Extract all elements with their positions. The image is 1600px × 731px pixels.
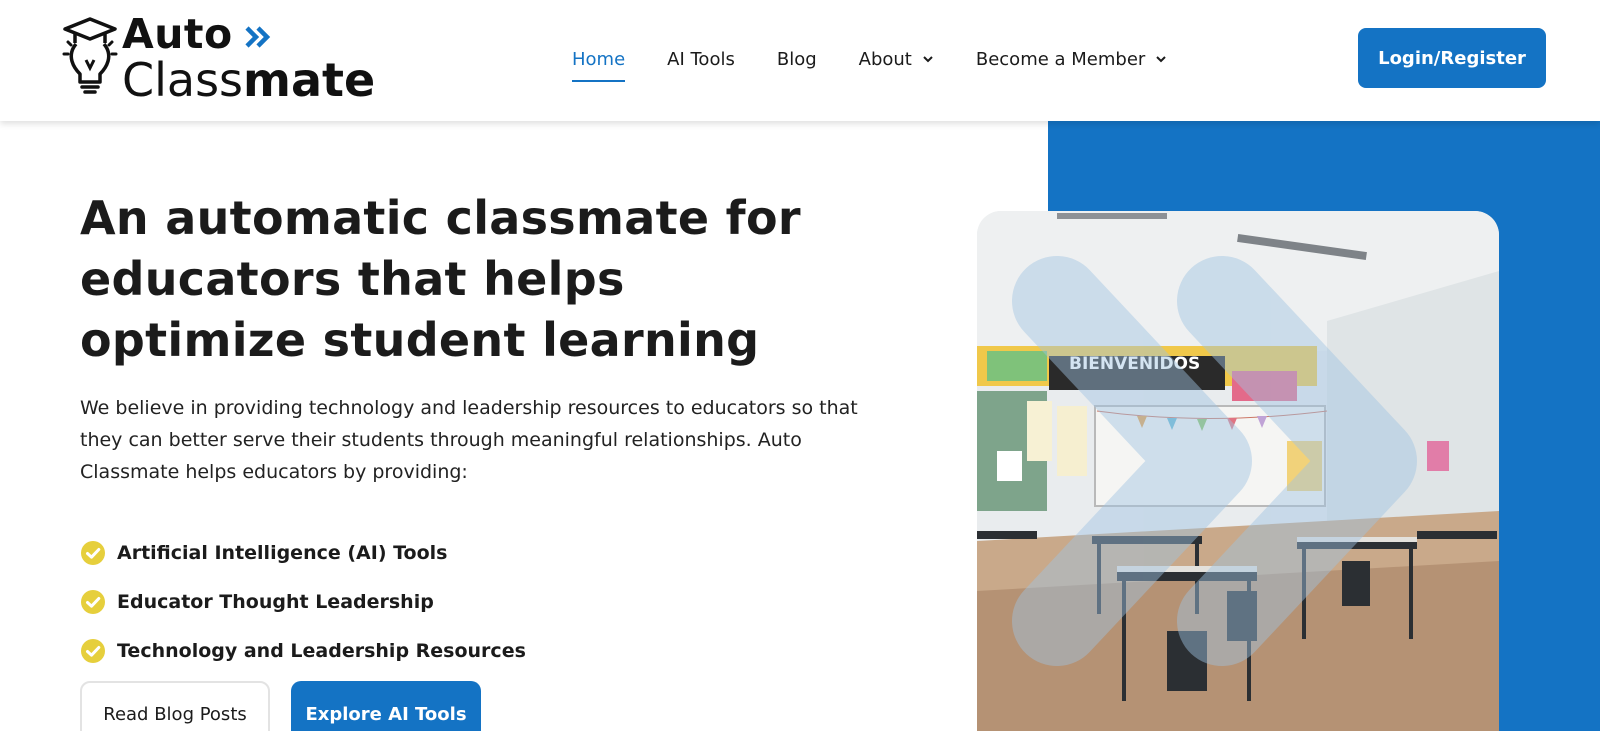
list-item: Educator Thought Leadership — [80, 577, 526, 626]
nav-item-about[interactable]: About — [859, 49, 934, 70]
list-item: Technology and Leadership Resources — [80, 626, 526, 675]
double-chevron-right-icon — [245, 25, 270, 48]
nav-item-become-member[interactable]: Become a Member — [976, 49, 1167, 70]
site-header: Auto Classmate Home AI Tools Blog About — [0, 0, 1600, 121]
login-register-button[interactable]: Login/Register — [1358, 28, 1546, 88]
site-logo[interactable]: Auto Classmate — [62, 14, 375, 103]
explore-ai-tools-button[interactable]: Explore AI Tools — [291, 681, 481, 731]
read-blog-posts-button[interactable]: Read Blog Posts — [80, 681, 270, 731]
nav-item-label: Home — [572, 48, 626, 70]
feature-label: Educator Thought Leadership — [117, 590, 434, 613]
chevron-down-icon — [1156, 56, 1167, 63]
nav-item-label: Become a Member — [975, 48, 1146, 70]
nav-item-home[interactable]: Home — [572, 48, 626, 82]
chevron-down-icon — [923, 56, 933, 63]
hero-headline: An automatic classmate for educators tha… — [80, 191, 801, 367]
graduation-cap-lightbulb-icon — [62, 17, 118, 94]
logo-word-class: Class — [122, 53, 244, 107]
logo-word-auto: Auto — [122, 10, 233, 58]
logo-word-mate: mate — [243, 53, 376, 107]
check-circle-icon — [81, 540, 105, 565]
main-nav: Home AI Tools Blog About Become a Member — [572, 44, 1167, 82]
classroom-photo: BIENVENIDOS — [977, 211, 1499, 731]
nav-item-label: About — [858, 48, 912, 70]
hero-intro: We believe in providing technology and l… — [80, 397, 858, 483]
feature-list: Artificial Intelligence (AI) Tools Educa… — [80, 528, 526, 675]
ceiling-lamp — [1057, 213, 1167, 219]
list-item: Artificial Intelligence (AI) Tools — [80, 528, 526, 577]
nav-item-label: Blog — [776, 48, 817, 70]
feature-label: Technology and Leadership Resources — [117, 639, 526, 662]
nav-item-blog[interactable]: Blog — [777, 49, 817, 70]
feature-label: Artificial Intelligence (AI) Tools — [117, 541, 448, 564]
classroom-illustration: BIENVENIDOS — [977, 211, 1499, 731]
nav-item-label: AI Tools — [667, 48, 735, 70]
check-circle-icon — [81, 589, 105, 614]
check-circle-icon — [81, 638, 105, 663]
logo-wordmark: Auto Classmate — [122, 10, 375, 104]
nav-item-ai-tools[interactable]: AI Tools — [667, 49, 735, 70]
